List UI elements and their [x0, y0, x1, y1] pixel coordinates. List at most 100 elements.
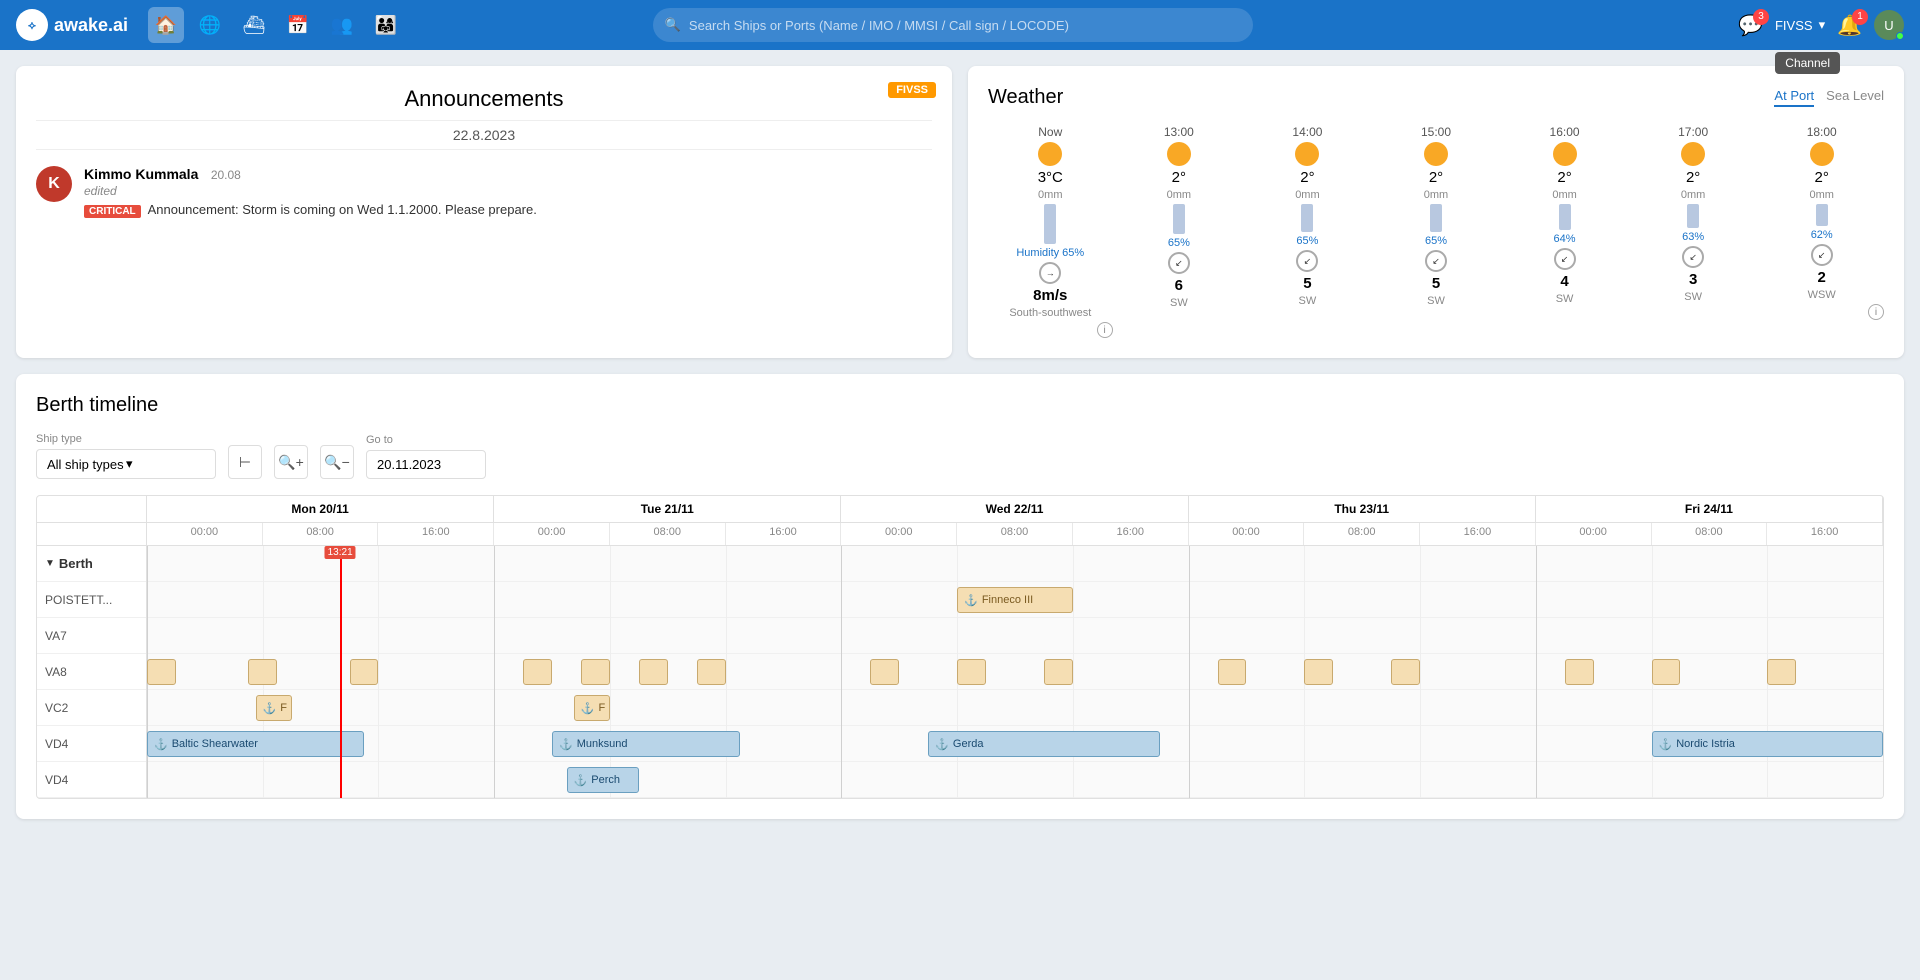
- ship-block[interactable]: [697, 659, 726, 685]
- ship-block[interactable]: [1304, 659, 1333, 685]
- collapse-icon[interactable]: ▼: [45, 558, 55, 569]
- weather-bar: [1173, 204, 1185, 234]
- ship-block[interactable]: [581, 659, 610, 685]
- ship-block[interactable]: ⚓ Perch: [567, 767, 639, 793]
- weather-temp: 2°: [1172, 169, 1186, 186]
- ship-block[interactable]: ⚓ Baltic Shearwater: [147, 731, 364, 757]
- main-nav: 🏠 🌐 ⛴ 📅 👥 👨‍👩‍👧: [148, 7, 404, 43]
- weather-bar: [1559, 204, 1571, 230]
- weather-info-icon[interactable]: i: [1868, 304, 1884, 320]
- goto-group: Go to: [366, 434, 486, 479]
- weather-temp: 2°: [1557, 169, 1571, 186]
- ship-block[interactable]: [523, 659, 552, 685]
- chevron-down-icon: ▾: [1819, 17, 1826, 33]
- weather-temp: 3°C: [1038, 169, 1063, 186]
- ship-block[interactable]: [147, 659, 176, 685]
- nav-people[interactable]: 👨‍👩‍👧: [368, 7, 404, 43]
- ship-block[interactable]: ⚓ F: [574, 695, 610, 721]
- weather-col-0: Now 3°C 0mm Humidity 65% → 8m/s South-so…: [988, 125, 1113, 338]
- timeline-day-label: Thu 23/11: [1189, 496, 1536, 522]
- ship-block[interactable]: [639, 659, 668, 685]
- berth-label: VA7: [37, 618, 146, 654]
- timeline-hour-label: 08:00: [1304, 523, 1420, 545]
- goto-input[interactable]: [366, 450, 486, 479]
- ship-block[interactable]: [1565, 659, 1594, 685]
- header-right: 💬 3 FIVSS ▾ 🔔 1 U: [1738, 10, 1904, 40]
- weather-bar: [1816, 204, 1828, 226]
- ship-block[interactable]: ⚓ Munksund: [552, 731, 740, 757]
- messages-button[interactable]: 💬 3: [1738, 13, 1763, 38]
- wind-direction-icon: ↙: [1296, 250, 1318, 272]
- alerts-button[interactable]: 🔔 1: [1837, 13, 1862, 38]
- critical-badge: CRITICAL: [84, 205, 141, 218]
- ship-block[interactable]: [248, 659, 277, 685]
- avatar[interactable]: U: [1874, 10, 1904, 40]
- timeline-day-label: Mon 20/11: [147, 496, 494, 522]
- weather-tab-sea-level[interactable]: Sea Level: [1826, 88, 1884, 107]
- logo[interactable]: ⟡ awake.ai: [16, 9, 128, 41]
- weather-tab-at-port[interactable]: At Port: [1774, 88, 1814, 107]
- weather-time: Now: [1038, 125, 1062, 139]
- weather-bar: [1430, 204, 1442, 232]
- zoom-out-button[interactable]: 🔍−: [320, 445, 354, 479]
- announcements-card: FIVSS Announcements 22.8.2023 K Kimmo Ku…: [16, 66, 952, 358]
- nav-ships[interactable]: ⛴: [236, 7, 272, 43]
- nav-group[interactable]: 👥: [324, 7, 360, 43]
- ship-block[interactable]: [957, 659, 986, 685]
- weather-title: Weather: [988, 86, 1063, 109]
- wind-speed: 4: [1560, 273, 1568, 290]
- wind-dir: SW: [1556, 293, 1574, 305]
- ship-block[interactable]: ⚓ Nordic Istria: [1652, 731, 1883, 757]
- weather-col-2: 14:00 2° 0mm 65% ↙ 5 SW: [1245, 125, 1370, 338]
- timeline-hour-label: 16:00: [726, 523, 842, 545]
- search-bar[interactable]: 🔍: [653, 8, 1253, 42]
- ship-block[interactable]: [1391, 659, 1420, 685]
- ship-type-select[interactable]: All ship types ▾: [36, 449, 216, 479]
- timeline-hour-label: 00:00: [1189, 523, 1305, 545]
- ship-block[interactable]: ⚓ Finneco III: [957, 587, 1073, 613]
- ship-block[interactable]: [1652, 659, 1681, 685]
- announcement-message: CRITICAL Announcement: Storm is coming o…: [84, 202, 932, 217]
- weather-time: 14:00: [1292, 125, 1322, 139]
- announcement-time: 20.08: [211, 168, 241, 182]
- weather-info-icon[interactable]: i: [1097, 322, 1113, 338]
- timeline-hours-header: 00:0008:0016:0000:0008:0016:0000:0008:00…: [37, 523, 1883, 546]
- ship-icon: ⚓: [154, 738, 168, 751]
- timeline-grid-row: ⚓ Perch: [147, 762, 1883, 798]
- fivss-badge: FIVSS: [888, 82, 936, 98]
- online-indicator: [1896, 32, 1904, 40]
- ship-icon: ⚓: [935, 738, 949, 751]
- main-header: ⟡ awake.ai 🏠 🌐 ⛴ 📅 👥 👨‍👩‍👧 🔍 💬 3 FIVSS ▾…: [0, 0, 1920, 50]
- weather-humidity: 65%: [1425, 235, 1447, 247]
- ship-block[interactable]: [350, 659, 379, 685]
- user-menu-button[interactable]: FIVSS ▾: [1775, 17, 1825, 33]
- ship-block[interactable]: ⚓ F: [256, 695, 292, 721]
- weather-rain: 0mm: [1167, 189, 1191, 201]
- timeline-day-label: Fri 24/11: [1536, 496, 1883, 522]
- wind-direction-icon: ↙: [1168, 252, 1190, 274]
- ship-block[interactable]: [870, 659, 899, 685]
- ship-block[interactable]: ⚓ Gerda: [928, 731, 1159, 757]
- timeline-grid-row: [147, 654, 1883, 690]
- timeline-hour-label: 08:00: [610, 523, 726, 545]
- timeline-grid-row: [147, 546, 1883, 582]
- nav-globe[interactable]: 🌐: [192, 7, 228, 43]
- ship-block[interactable]: [1044, 659, 1073, 685]
- weather-card: Weather At Port Sea Level Now 3°C 0mm Hu…: [968, 66, 1904, 358]
- ship-type-value: All ship types: [47, 457, 126, 472]
- ship-type-group: Ship type All ship types ▾: [36, 433, 216, 479]
- announcement-edited: edited: [84, 184, 932, 198]
- nav-calendar[interactable]: 📅: [280, 7, 316, 43]
- zoom-in-button[interactable]: 🔍+: [274, 445, 308, 479]
- ship-block[interactable]: [1218, 659, 1247, 685]
- weather-col-4: 16:00 2° 0mm 64% ↙ 4 SW: [1502, 125, 1627, 338]
- center-timeline-button[interactable]: ⊢: [228, 445, 262, 479]
- timeline-grid-row: [147, 618, 1883, 654]
- announcement-entry: K Kimmo Kummala 20.08 edited CRITICAL An…: [36, 166, 932, 217]
- search-input[interactable]: [689, 18, 1241, 33]
- main-content: FIVSS Announcements 22.8.2023 K Kimmo Ku…: [0, 50, 1920, 374]
- weather-temp: 2°: [1429, 169, 1443, 186]
- ship-block[interactable]: [1767, 659, 1796, 685]
- ship-icon: ⚓: [263, 702, 277, 715]
- nav-home[interactable]: 🏠: [148, 7, 184, 43]
